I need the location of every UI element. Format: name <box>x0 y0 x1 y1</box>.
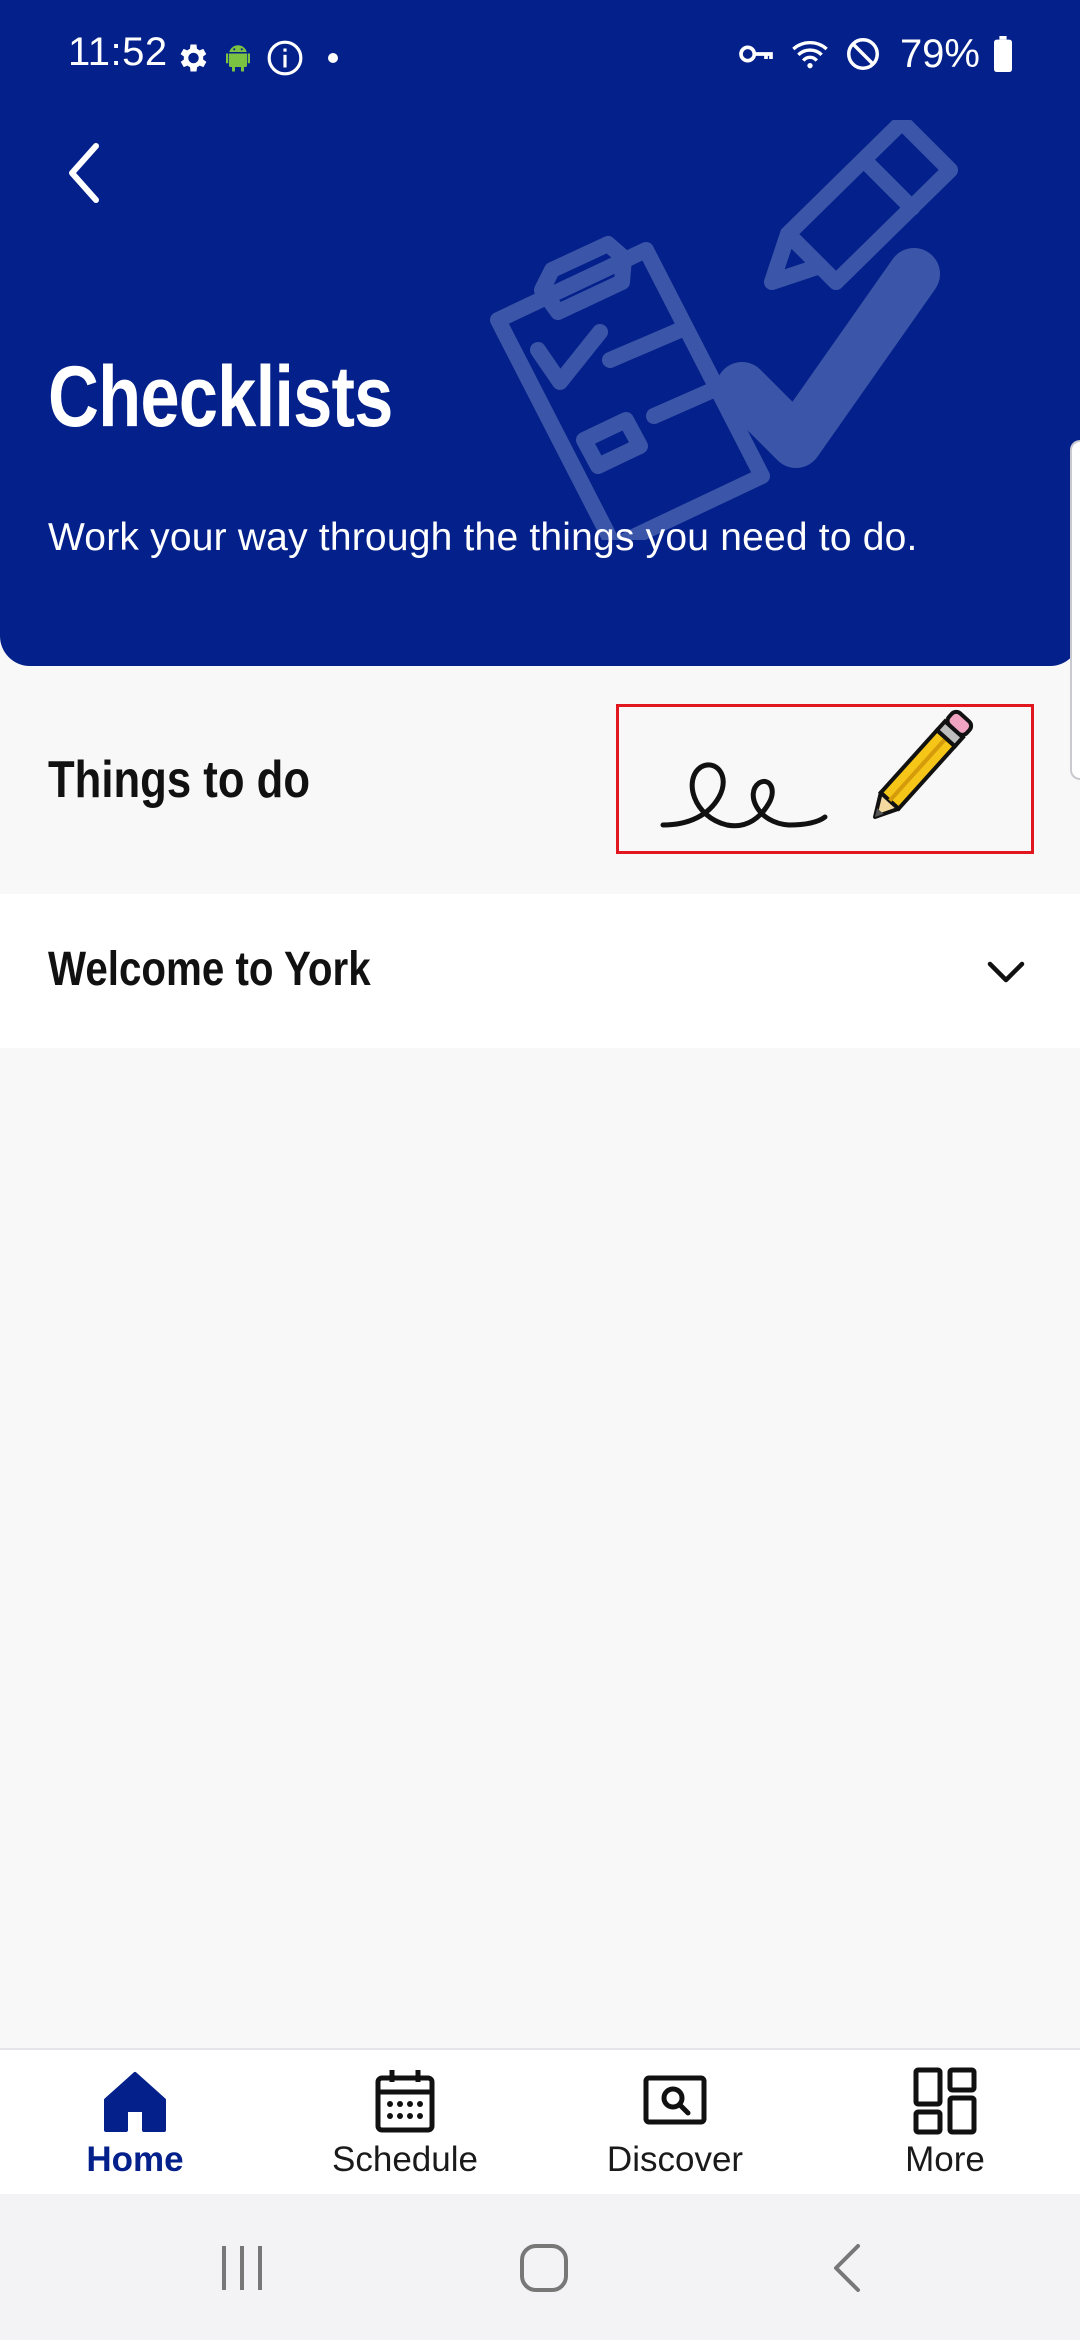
battery-percent: 79% <box>899 31 980 76</box>
nav-item-schedule[interactable]: Schedule <box>270 2050 540 2196</box>
nav-item-home[interactable]: Home <box>0 2050 270 2196</box>
battery-icon <box>994 36 1012 72</box>
things-to-do-section: Things to do <box>0 666 1080 892</box>
wifi-icon <box>792 41 828 69</box>
nav-label-more: More <box>905 2140 985 2179</box>
vpn-key-icon <box>739 45 773 63</box>
grid-icon <box>913 2067 977 2135</box>
header: 11:52 79% Checklists Work your way throu… <box>0 0 1080 666</box>
system-navigation-bar <box>0 2194 1080 2340</box>
chevron-down-icon[interactable] <box>984 950 1028 994</box>
bottom-navigation: Home Schedule Discover More <box>0 2048 1080 2194</box>
status-right-icons: 79% <box>736 32 1014 76</box>
page-title: Checklists <box>48 349 393 445</box>
recents-icon[interactable] <box>212 2238 272 2298</box>
home-circle-icon[interactable] <box>514 2238 574 2298</box>
info-icon <box>267 40 303 76</box>
status-left-icons <box>174 38 348 78</box>
section-title: Things to do <box>48 751 311 809</box>
status-time: 11:52 <box>68 30 168 74</box>
settings-icon <box>180 44 207 72</box>
page-subtitle: Work your way through the things you nee… <box>48 516 918 559</box>
signature-pencil-icon <box>660 709 974 829</box>
back-button[interactable] <box>56 138 116 208</box>
checklists-screen: 11:52 79% Checklists Work your way throu… <box>0 0 1080 2340</box>
signature-highlight-box <box>616 704 1034 854</box>
nav-item-more[interactable]: More <box>810 2050 1080 2196</box>
nav-label-home: Home <box>86 2140 184 2179</box>
accordion-welcome-to-york[interactable]: Welcome to York <box>0 894 1080 1048</box>
calendar-icon <box>375 2070 435 2133</box>
do-not-disturb-icon <box>846 38 879 70</box>
status-bar: 11:52 79% <box>0 0 1080 120</box>
back-icon[interactable] <box>818 2238 878 2298</box>
nav-item-discover[interactable]: Discover <box>540 2050 810 2196</box>
nav-label-schedule: Schedule <box>332 2140 478 2179</box>
dot-icon <box>328 53 338 63</box>
discover-icon <box>643 2075 707 2125</box>
home-icon <box>104 2072 166 2132</box>
nav-label-discover: Discover <box>606 2140 744 2179</box>
accordion-title: Welcome to York <box>48 943 371 996</box>
android-icon <box>226 45 250 72</box>
checklist-illustration <box>490 120 958 540</box>
